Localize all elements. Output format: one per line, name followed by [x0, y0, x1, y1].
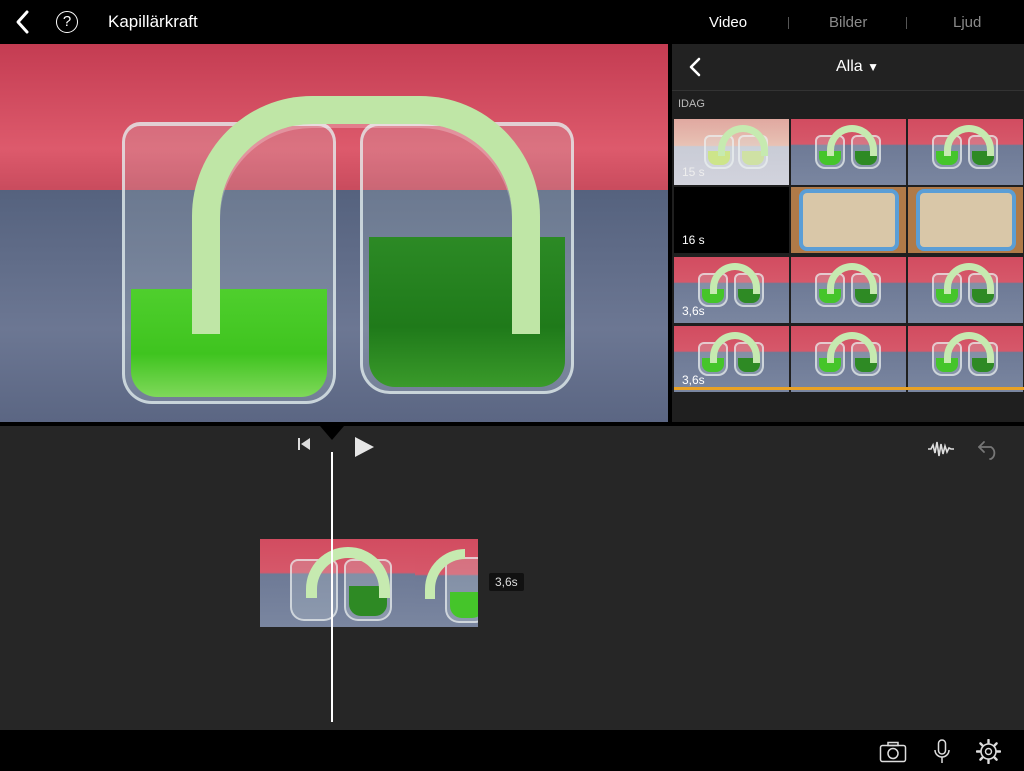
- filter-dropdown[interactable]: Alla ▼: [836, 58, 879, 76]
- clip-thumbnail: [791, 326, 906, 392]
- tab-ljud[interactable]: Ljud: [953, 14, 981, 31]
- chevron-left-icon[interactable]: [686, 56, 704, 78]
- filter-label: Alla: [836, 58, 863, 75]
- skip-to-start-icon[interactable]: [297, 437, 311, 451]
- timeline-clip-duration: 3,6s: [489, 573, 524, 591]
- tab-divider: [906, 17, 907, 29]
- tab-bilder[interactable]: Bilder: [829, 14, 867, 31]
- clip-thumbnail: [791, 187, 906, 253]
- playhead[interactable]: [331, 452, 333, 722]
- video-viewer[interactable]: [0, 44, 668, 422]
- waveform-icon[interactable]: [928, 440, 954, 458]
- undo-icon[interactable]: [976, 438, 1002, 460]
- microphone-icon[interactable]: [933, 739, 951, 765]
- clip-duration: 15 s: [682, 165, 705, 179]
- triangle-down-icon: ▼: [867, 60, 880, 74]
- clip-thumbnail: [791, 257, 906, 323]
- playhead-marker: [320, 426, 344, 440]
- chevron-left-icon[interactable]: [10, 8, 36, 36]
- tab-divider: [788, 17, 789, 29]
- camera-icon[interactable]: [879, 741, 907, 763]
- project-title: Kapillärkraft: [108, 12, 198, 31]
- clip-thumbnail: [908, 187, 1023, 253]
- clip-thumbnail: [791, 119, 906, 185]
- browser-header: Alla ▼: [672, 44, 1024, 91]
- clip-thumbnail: [908, 119, 1023, 185]
- tab-video[interactable]: Video: [709, 14, 747, 31]
- timeline-clip[interactable]: [260, 539, 478, 627]
- paper-rope: [192, 96, 540, 334]
- top-bar: ? Kapillärkraft Video Bilder Ljud: [0, 0, 1024, 44]
- clip-thumbnail: [908, 257, 1023, 323]
- media-browser: Alla ▼ IDAG 15 s 16 s 3,6s 3,6s: [672, 44, 1024, 422]
- clip-duration: 16 s: [682, 233, 705, 247]
- clip-duration: 3,6s: [682, 373, 705, 387]
- help-button[interactable]: ?: [56, 11, 78, 33]
- clip-row[interactable]: 15 s: [674, 119, 1024, 185]
- section-header: IDAG: [678, 98, 705, 110]
- bottom-toolbar: [0, 730, 1024, 771]
- used-clip-indicator: [674, 387, 1024, 390]
- clip-row[interactable]: 16 s: [674, 187, 1024, 253]
- clip-row[interactable]: 3,6s: [674, 257, 1024, 323]
- clip-row[interactable]: 3,6s: [674, 326, 1024, 392]
- play-icon[interactable]: [353, 436, 375, 458]
- gear-icon[interactable]: [976, 739, 1001, 764]
- clip-duration: 3,6s: [682, 304, 705, 318]
- clip-thumbnail: [908, 326, 1023, 392]
